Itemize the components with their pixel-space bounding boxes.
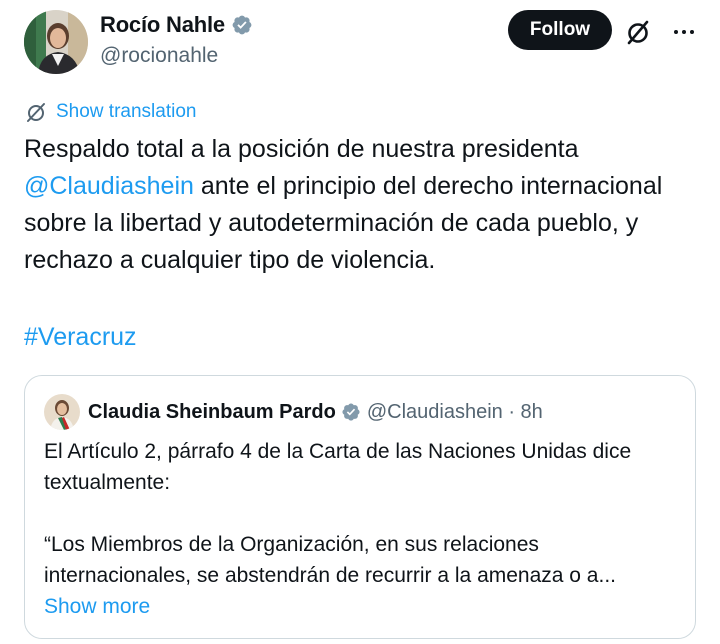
author-avatar[interactable]: [24, 10, 88, 74]
quoted-tweet[interactable]: Claudia Sheinbaum Pardo @Claudiashein · …: [24, 375, 696, 639]
author-handle[interactable]: @rocionahle: [100, 44, 218, 68]
tweet-header: Rocío Nahle @rocionahle Follow: [24, 10, 704, 76]
quoted-paragraph-line: internacionales, se abstendrán de recurr…: [44, 564, 616, 587]
follow-button[interactable]: Follow: [508, 10, 612, 50]
author-display-name[interactable]: Rocío Nahle: [100, 12, 225, 38]
show-more-link[interactable]: Show more: [44, 591, 684, 622]
more-icon[interactable]: [668, 18, 700, 46]
quoted-author-avatar[interactable]: [44, 394, 80, 430]
show-translation-link[interactable]: Show translation: [24, 100, 196, 124]
grok-icon[interactable]: [624, 18, 652, 46]
quoted-tweet-header: Claudia Sheinbaum Pardo @Claudiashein · …: [44, 394, 543, 430]
show-translation-label[interactable]: Show translation: [56, 101, 196, 123]
hashtag-link[interactable]: #Veracruz: [24, 319, 137, 356]
quoted-paragraph-line: “Los Miembros de la Organización, en sus…: [44, 533, 539, 556]
mention-link[interactable]: @Claudiashein: [24, 172, 194, 200]
quoted-tweet-text: El Artículo 2, párrafo 4 de la Carta de …: [44, 436, 684, 622]
quoted-author-handle-time[interactable]: @Claudiashein · 8h: [367, 401, 543, 424]
verified-badge-icon: [342, 403, 360, 421]
tweet-text: Respaldo total a la posición de nuestra …: [24, 131, 700, 279]
translate-icon: [27, 103, 45, 122]
quoted-author-display-name[interactable]: Claudia Sheinbaum Pardo: [88, 401, 336, 424]
quoted-paragraph: El Artículo 2, párrafo 4 de la Carta de …: [44, 440, 632, 494]
tweet-text-part: Respaldo total a la posición de nuestra …: [24, 135, 579, 163]
verified-badge-icon: [232, 15, 252, 35]
